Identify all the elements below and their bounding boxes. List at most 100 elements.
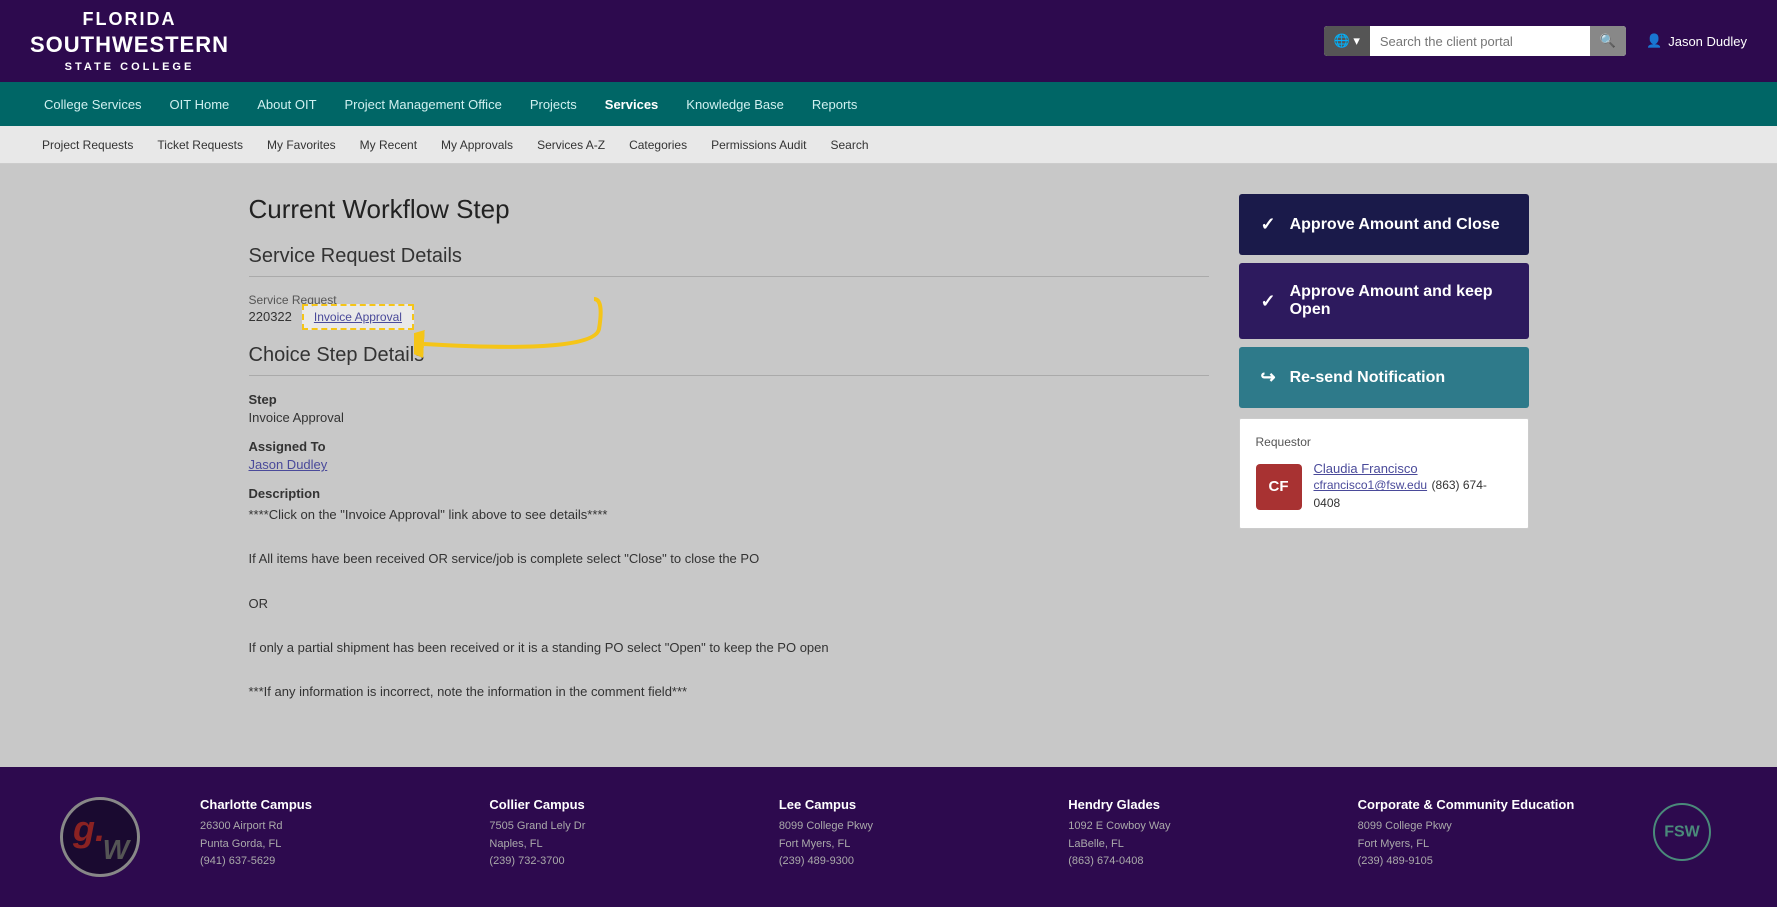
fsw-logo-icon: FSW: [1652, 802, 1712, 862]
campus-phone-lee: (239) 489-9300: [779, 855, 854, 867]
nav-college-services[interactable]: College Services: [30, 85, 156, 124]
page-title: Current Workflow Step: [249, 194, 1209, 225]
footer: g. W Charlotte Campus 26300 Airport Rd P…: [0, 767, 1777, 907]
requestor-label: Requestor: [1256, 435, 1512, 449]
annotation-area: Invoice Approval: [302, 309, 414, 324]
header-right: 🌐 ▾ 🔍 👤 Jason Dudley: [1324, 26, 1747, 56]
approve-close-icon: ✓: [1261, 214, 1276, 235]
campus-name-lee: Lee Campus: [779, 797, 1008, 812]
footer-campus-lee: Lee Campus 8099 College Pkwy Fort Myers,…: [779, 797, 1008, 871]
campus-name-cce: Corporate & Community Education: [1358, 797, 1587, 812]
campus-city-collier: Naples, FL: [489, 838, 542, 850]
campus-city-cce: Fort Myers, FL: [1358, 838, 1430, 850]
description-label: Description: [249, 486, 1209, 501]
nav-knowledge-base[interactable]: Knowledge Base: [672, 85, 798, 124]
approve-open-button[interactable]: ✓ Approve Amount and keep Open: [1239, 263, 1529, 339]
requestor-email[interactable]: cfrancisco1@fsw.edu: [1314, 478, 1428, 492]
nav-permissions-audit[interactable]: Permissions Audit: [699, 128, 818, 162]
nav-services-az[interactable]: Services A-Z: [525, 128, 617, 162]
service-request-info: Service Request 220322 Invoice Approval: [249, 293, 1209, 324]
campus-city-charlotte: Punta Gorda, FL: [200, 838, 281, 850]
footer-campus-hendry: Hendry Glades 1092 E Cowboy Way LaBelle,…: [1068, 797, 1297, 871]
service-request-number: 220322: [249, 309, 292, 324]
resend-icon: ↪: [1261, 367, 1276, 388]
description-field: Description ****Click on the "Invoice Ap…: [249, 486, 1209, 703]
primary-nav: College Services OIT Home About OIT Proj…: [0, 82, 1777, 126]
campus-address-collier: 7505 Grand Lely Dr: [489, 820, 585, 832]
campus-phone-collier: (239) 732-3700: [489, 855, 564, 867]
service-request-section-title: Service Request Details: [249, 245, 1209, 277]
footer-logo: g. W: [60, 797, 140, 877]
globe-button[interactable]: 🌐 ▾: [1324, 26, 1370, 56]
nav-my-favorites[interactable]: My Favorites: [255, 128, 348, 162]
search-box: 🌐 ▾ 🔍: [1324, 26, 1627, 56]
assigned-to-link[interactable]: Jason Dudley: [249, 457, 328, 472]
top-header: FLORIDA SOUTHWESTERN STATE COLLEGE 🌐 ▾ 🔍…: [0, 0, 1777, 82]
desc-line-5: ***If any information is incorrect, note…: [249, 681, 1209, 703]
desc-line-4: If only a partial shipment has been rece…: [249, 637, 1209, 659]
nav-my-approvals[interactable]: My Approvals: [429, 128, 525, 162]
user-info: 👤 Jason Dudley: [1646, 33, 1747, 49]
user-icon: 👤: [1646, 33, 1662, 49]
assigned-to-value: Jason Dudley: [249, 457, 1209, 472]
step-label: Step: [249, 392, 1209, 407]
nav-oit-home[interactable]: OIT Home: [156, 85, 244, 124]
search-input[interactable]: [1370, 27, 1590, 56]
service-request-value: 220322 Invoice Approval: [249, 309, 1209, 324]
nav-projects[interactable]: Projects: [516, 85, 591, 124]
campus-name-collier: Collier Campus: [489, 797, 718, 812]
nav-categories[interactable]: Categories: [617, 128, 699, 162]
campus-address-charlotte: 26300 Airport Rd: [200, 820, 283, 832]
desc-line-2: If All items have been received OR servi…: [249, 548, 1209, 570]
content-right: ✓ Approve Amount and Close ✓ Approve Amo…: [1239, 194, 1529, 717]
secondary-nav: Project Requests Ticket Requests My Favo…: [0, 126, 1777, 164]
nav-project-requests[interactable]: Project Requests: [30, 128, 145, 162]
requestor-section: Requestor CF Claudia Francisco cfrancisc…: [1239, 418, 1529, 529]
invoice-approval-link[interactable]: Invoice Approval: [302, 304, 414, 330]
avatar: CF: [1256, 464, 1302, 510]
content-left: Current Workflow Step Service Request De…: [249, 194, 1209, 717]
main-content: Current Workflow Step Service Request De…: [189, 164, 1589, 747]
approve-open-label: Approve Amount and keep Open: [1290, 283, 1507, 319]
campus-name-hendry: Hendry Glades: [1068, 797, 1297, 812]
search-submit-button[interactable]: 🔍: [1590, 26, 1626, 56]
nav-about-oit[interactable]: About OIT: [243, 85, 330, 124]
requestor-info: CF Claudia Francisco cfrancisco1@fsw.edu…: [1256, 461, 1512, 512]
requestor-details: Claudia Francisco cfrancisco1@fsw.edu (8…: [1314, 461, 1512, 512]
campus-address-lee: 8099 College Pkwy: [779, 820, 873, 832]
campus-city-lee: Fort Myers, FL: [779, 838, 851, 850]
assigned-to-label: Assigned To: [249, 439, 1209, 454]
logo: FLORIDA SOUTHWESTERN STATE COLLEGE: [30, 8, 229, 74]
approve-close-button[interactable]: ✓ Approve Amount and Close: [1239, 194, 1529, 255]
campus-phone-cce: (239) 489-9105: [1358, 855, 1433, 867]
assigned-to-field: Assigned To Jason Dudley: [249, 439, 1209, 472]
footer-campus-charlotte: Charlotte Campus 26300 Airport Rd Punta …: [200, 797, 429, 871]
nav-reports[interactable]: Reports: [798, 85, 872, 124]
description-text: ****Click on the "Invoice Approval" link…: [249, 504, 1209, 703]
campus-name-charlotte: Charlotte Campus: [200, 797, 429, 812]
desc-line-1: ****Click on the "Invoice Approval" link…: [249, 504, 1209, 526]
choice-step-title: Choice Step Details: [249, 344, 1209, 376]
footer-campus-cce: Corporate & Community Education 8099 Col…: [1358, 797, 1587, 871]
approve-close-label: Approve Amount and Close: [1290, 216, 1500, 234]
campus-phone-hendry: (863) 674-0408: [1068, 855, 1143, 867]
nav-my-recent[interactable]: My Recent: [348, 128, 429, 162]
campus-address-cce: 8099 College Pkwy: [1358, 820, 1452, 832]
requestor-name-link[interactable]: Claudia Francisco: [1314, 461, 1512, 476]
nav-search[interactable]: Search: [818, 128, 880, 162]
nav-ticket-requests[interactable]: Ticket Requests: [145, 128, 255, 162]
logo-area: FLORIDA SOUTHWESTERN STATE COLLEGE: [30, 8, 229, 74]
campus-phone-charlotte: (941) 637-5629: [200, 855, 275, 867]
desc-line-3: OR: [249, 593, 1209, 615]
footer-right-logo: FSW: [1647, 797, 1717, 867]
resend-label: Re-send Notification: [1290, 369, 1446, 387]
campus-city-hendry: LaBelle, FL: [1068, 838, 1124, 850]
resend-notification-button[interactable]: ↪ Re-send Notification: [1239, 347, 1529, 408]
nav-pmo[interactable]: Project Management Office: [331, 85, 516, 124]
step-value: Invoice Approval: [249, 410, 1209, 425]
campus-address-hendry: 1092 E Cowboy Way: [1068, 820, 1170, 832]
svg-text:FSW: FSW: [1664, 824, 1700, 841]
footer-campus-collier: Collier Campus 7505 Grand Lely Dr Naples…: [489, 797, 718, 871]
nav-services[interactable]: Services: [591, 85, 673, 124]
step-field: Step Invoice Approval: [249, 392, 1209, 425]
